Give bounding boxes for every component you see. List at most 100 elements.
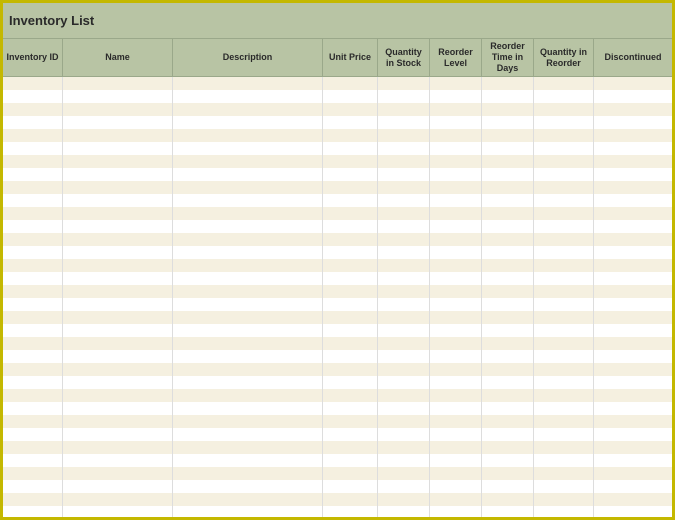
table-cell[interactable] (534, 181, 594, 194)
table-cell[interactable] (3, 467, 63, 480)
table-cell[interactable] (173, 103, 323, 116)
table-cell[interactable] (534, 376, 594, 389)
table-cell[interactable] (63, 129, 173, 142)
table-cell[interactable] (378, 402, 430, 415)
table-cell[interactable] (3, 194, 63, 207)
table-cell[interactable] (430, 506, 482, 517)
table-cell[interactable] (594, 506, 672, 517)
table-cell[interactable] (482, 298, 534, 311)
table-cell[interactable] (430, 363, 482, 376)
table-cell[interactable] (430, 90, 482, 103)
table-cell[interactable] (323, 116, 378, 129)
table-cell[interactable] (3, 506, 63, 517)
table-cell[interactable] (378, 467, 430, 480)
table-cell[interactable] (482, 220, 534, 233)
table-cell[interactable] (63, 246, 173, 259)
table-cell[interactable] (482, 246, 534, 259)
table-cell[interactable] (323, 480, 378, 493)
table-cell[interactable] (378, 337, 430, 350)
table-cell[interactable] (534, 428, 594, 441)
table-cell[interactable] (3, 90, 63, 103)
table-cell[interactable] (482, 428, 534, 441)
table-cell[interactable] (173, 337, 323, 350)
table-cell[interactable] (430, 402, 482, 415)
table-cell[interactable] (482, 324, 534, 337)
table-cell[interactable] (3, 207, 63, 220)
table-cell[interactable] (534, 77, 594, 90)
table-cell[interactable] (323, 181, 378, 194)
table-cell[interactable] (323, 402, 378, 415)
table-cell[interactable] (173, 207, 323, 220)
table-cell[interactable] (594, 311, 672, 324)
table-cell[interactable] (430, 103, 482, 116)
table-cell[interactable] (3, 272, 63, 285)
table-cell[interactable] (430, 324, 482, 337)
table-row[interactable] (3, 493, 672, 506)
table-cell[interactable] (430, 181, 482, 194)
table-cell[interactable] (482, 142, 534, 155)
table-row[interactable] (3, 168, 672, 181)
table-row[interactable] (3, 207, 672, 220)
table-cell[interactable] (534, 441, 594, 454)
table-cell[interactable] (534, 337, 594, 350)
table-cell[interactable] (594, 207, 672, 220)
table-cell[interactable] (323, 194, 378, 207)
table-row[interactable] (3, 402, 672, 415)
table-cell[interactable] (3, 376, 63, 389)
table-row[interactable] (3, 298, 672, 311)
table-row[interactable] (3, 376, 672, 389)
table-row[interactable] (3, 116, 672, 129)
table-cell[interactable] (63, 402, 173, 415)
table-cell[interactable] (534, 402, 594, 415)
table-cell[interactable] (173, 441, 323, 454)
table-cell[interactable] (3, 129, 63, 142)
table-cell[interactable] (534, 285, 594, 298)
table-cell[interactable] (482, 168, 534, 181)
table-cell[interactable] (430, 376, 482, 389)
table-row[interactable] (3, 350, 672, 363)
table-cell[interactable] (3, 142, 63, 155)
table-cell[interactable] (378, 259, 430, 272)
table-row[interactable] (3, 272, 672, 285)
table-cell[interactable] (534, 493, 594, 506)
table-cell[interactable] (323, 220, 378, 233)
table-row[interactable] (3, 259, 672, 272)
table-cell[interactable] (323, 272, 378, 285)
table-cell[interactable] (430, 311, 482, 324)
table-cell[interactable] (594, 142, 672, 155)
table-cell[interactable] (482, 194, 534, 207)
table-cell[interactable] (534, 194, 594, 207)
table-cell[interactable] (173, 168, 323, 181)
table-cell[interactable] (378, 116, 430, 129)
table-cell[interactable] (63, 116, 173, 129)
table-cell[interactable] (378, 285, 430, 298)
table-cell[interactable] (430, 155, 482, 168)
table-cell[interactable] (482, 272, 534, 285)
table-cell[interactable] (3, 246, 63, 259)
table-cell[interactable] (3, 389, 63, 402)
table-cell[interactable] (323, 259, 378, 272)
table-cell[interactable] (3, 155, 63, 168)
table-cell[interactable] (3, 428, 63, 441)
table-cell[interactable] (594, 220, 672, 233)
table-cell[interactable] (482, 337, 534, 350)
table-cell[interactable] (378, 441, 430, 454)
table-cell[interactable] (173, 155, 323, 168)
table-cell[interactable] (3, 493, 63, 506)
table-cell[interactable] (378, 376, 430, 389)
table-cell[interactable] (63, 454, 173, 467)
table-cell[interactable] (430, 233, 482, 246)
table-cell[interactable] (173, 324, 323, 337)
table-cell[interactable] (594, 129, 672, 142)
table-cell[interactable] (594, 181, 672, 194)
table-cell[interactable] (482, 480, 534, 493)
table-cell[interactable] (430, 415, 482, 428)
table-cell[interactable] (63, 376, 173, 389)
table-cell[interactable] (378, 220, 430, 233)
table-row[interactable] (3, 181, 672, 194)
table-cell[interactable] (482, 181, 534, 194)
table-cell[interactable] (173, 402, 323, 415)
table-cell[interactable] (594, 298, 672, 311)
table-cell[interactable] (594, 389, 672, 402)
table-cell[interactable] (378, 350, 430, 363)
